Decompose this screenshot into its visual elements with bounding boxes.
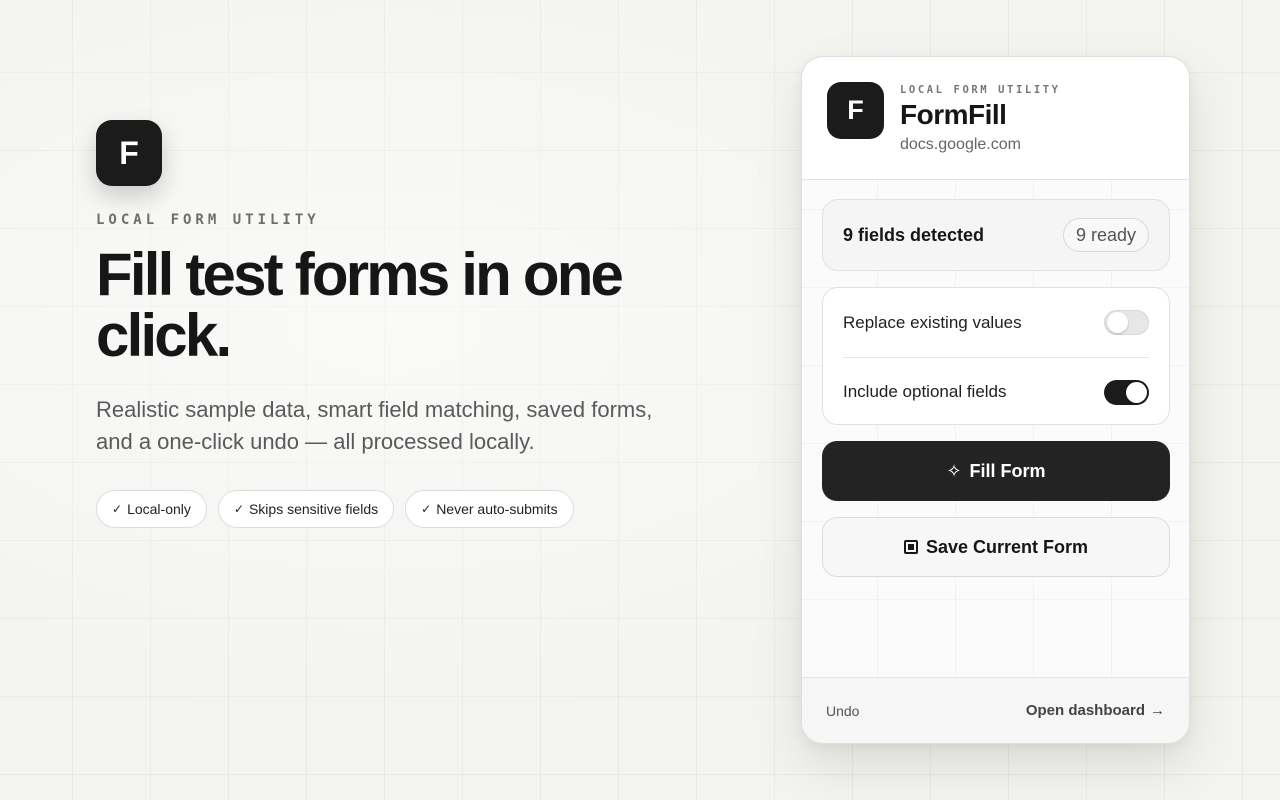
popup-header: F LOCAL FORM UTILITY FormFill docs.googl… (802, 57, 1189, 180)
popup-eyebrow: LOCAL FORM UTILITY (900, 84, 1061, 96)
feature-pill-skips-sensitive: ✓ Skips sensitive fields (217, 490, 395, 528)
options-card: Replace existing values Include optional… (822, 287, 1170, 425)
fill-form-label: Fill Form (969, 460, 1046, 481)
popup-title: FormFill (900, 99, 1007, 130)
fill-form-button[interactable]: ✧ Fill Form (822, 441, 1170, 501)
save-current-form-button[interactable]: Save Current Form (822, 517, 1170, 577)
feature-pills: ✓ Local-only ✓ Skips sensitive fields ✓ … (96, 490, 716, 528)
option-include-optional: Include optional fields (843, 357, 1149, 426)
arrow-right-icon: → (1150, 702, 1165, 719)
popup-footer: Undo Open dashboard → (802, 677, 1189, 743)
sparkle-icon: ✧ (946, 460, 962, 481)
open-dashboard-link[interactable]: Open dashboard → (1026, 702, 1165, 719)
check-icon: ✓ (233, 502, 244, 516)
fields-detected-card: 9 fields detected 9 ready (822, 199, 1170, 271)
replace-existing-toggle[interactable] (1104, 310, 1149, 335)
feature-pill-label: Never auto-submits (436, 501, 558, 517)
save-current-form-label: Save Current Form (925, 536, 1089, 557)
check-icon: ✓ (421, 502, 432, 516)
open-dashboard-label: Open dashboard (1025, 702, 1145, 719)
extension-popup: F LOCAL FORM UTILITY FormFill docs.googl… (801, 56, 1190, 744)
ready-count-badge: 9 ready (1062, 218, 1149, 252)
popup-logo: F (827, 82, 884, 139)
feature-pill-label: Local-only (127, 501, 191, 517)
hero-subhead: Realistic sample data, smart field match… (96, 397, 653, 454)
include-optional-toggle[interactable] (1104, 379, 1149, 405)
hero-section: F LOCAL FORM UTILITY Fill test forms in … (96, 120, 716, 528)
fields-detected-label: 9 fields detected (843, 224, 985, 245)
toggle-knob (1107, 312, 1128, 333)
check-icon: ✓ (112, 502, 123, 516)
save-icon (903, 540, 918, 554)
toggle-knob (1126, 381, 1147, 403)
current-domain: docs.google.com (900, 136, 1021, 153)
feature-pill-label: Skips sensitive fields (248, 501, 379, 517)
option-replace-existing: Replace existing values (843, 288, 1149, 357)
undo-button[interactable]: Undo (826, 703, 859, 719)
option-label: Include optional fields (843, 382, 1007, 401)
popup-titles: LOCAL FORM UTILITY FormFill docs.google.… (900, 84, 1061, 154)
hero-eyebrow: LOCAL FORM UTILITY (96, 212, 320, 228)
option-label: Replace existing values (843, 312, 1022, 332)
hero-logo: F (96, 120, 162, 186)
feature-pill-local-only: ✓ Local-only (96, 490, 207, 528)
hero-headline: Fill test forms in one click. (96, 241, 624, 369)
feature-pill-never-auto-submits: ✓ Never auto-submits (405, 490, 574, 528)
